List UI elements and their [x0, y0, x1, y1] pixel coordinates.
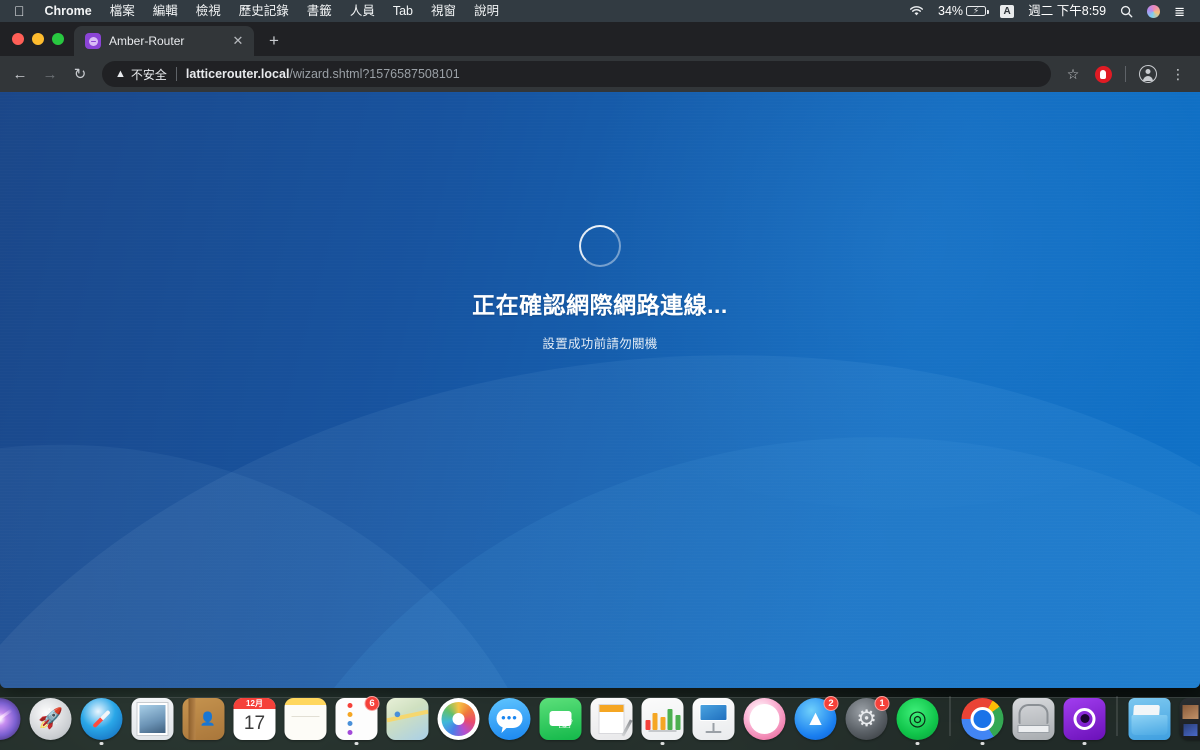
search-icon[interactable]	[1113, 5, 1140, 18]
close-window-button[interactable]	[12, 33, 24, 45]
menu-item-edit[interactable]: 編輯	[144, 0, 187, 22]
dock-item-appstore[interactable]: ▲ 2	[794, 695, 839, 746]
dock-item-safari[interactable]	[80, 697, 124, 745]
dock-separator-1	[949, 696, 951, 736]
close-icon[interactable]: ✕	[230, 33, 246, 49]
loading-spinner	[579, 225, 621, 267]
chrome-tab-strip: Amber-Router ✕ +	[0, 22, 1200, 56]
warning-triangle-icon[interactable]: ▲	[115, 68, 126, 80]
kebab-menu-icon[interactable]: ⋮	[1164, 60, 1192, 88]
menu-item-file[interactable]: 檔案	[101, 0, 144, 22]
calendar-month: 12月	[233, 697, 276, 709]
chrome-browser-window: Amber-Router ✕ + ← → ↻ ▲ 不安全 latticerout…	[0, 22, 1200, 688]
macos-menu-bar:  Chrome 檔案 編輯 檢視 歷史記錄 書籤 人員 Tab 視窗 說明 3…	[0, 0, 1200, 22]
dock-item-reminders[interactable]: 6	[335, 695, 380, 745]
battery-percent-label: 34%	[938, 4, 964, 18]
extension-icon[interactable]	[1089, 60, 1117, 88]
dock-item-chrome[interactable]	[961, 697, 1005, 745]
menu-item-tab[interactable]: Tab	[384, 0, 422, 22]
running-indicator	[980, 741, 985, 745]
menu-bar-clock[interactable]: 週二 下午8:59	[1021, 0, 1113, 22]
zoom-window-button[interactable]	[52, 33, 64, 45]
star-icon[interactable]: ☆	[1059, 60, 1087, 88]
dock-item-downloads[interactable]	[1128, 697, 1172, 746]
reload-icon[interactable]: ↻	[66, 60, 94, 88]
dock-item-numbers[interactable]	[641, 697, 685, 745]
security-status-label: 不安全	[130, 67, 167, 82]
running-indicator	[354, 741, 359, 745]
omnibox-divider	[175, 67, 177, 81]
dock-item-pages[interactable]	[590, 697, 634, 746]
toolbar-divider	[1125, 66, 1126, 82]
url-host: latticerouter.local	[185, 67, 290, 81]
dock-item-facetime[interactable]: ☏	[539, 697, 583, 746]
dock-separator-2	[1116, 696, 1118, 736]
new-tab-button[interactable]: +	[260, 27, 288, 55]
dock-item-diskutility[interactable]	[1012, 697, 1056, 746]
status-block: 正在確認網際網路連線... 設置成功前請勿關機	[0, 225, 1200, 352]
badge-count: 6	[364, 695, 380, 711]
tab-title: Amber-Router	[109, 34, 185, 48]
chrome-toolbar: ← → ↻ ▲ 不安全 latticerouter.local/wizard.s…	[0, 56, 1200, 92]
amber-router-favicon	[85, 33, 101, 49]
dock-item-mail[interactable]	[131, 697, 175, 746]
apple-logo-icon[interactable]: 	[0, 0, 36, 22]
macos-dock: ☻ 🚀 👤 12月 17 6 ● •••	[0, 695, 1200, 750]
window-traffic-lights	[8, 22, 74, 56]
badge-count: 1	[874, 695, 890, 711]
dock-item-launchpad[interactable]: 🚀	[29, 697, 73, 746]
dock-item-photos[interactable]	[437, 697, 481, 746]
dock-item-messages[interactable]: •••	[488, 697, 532, 746]
battery-status[interactable]: 34% ⚡	[931, 0, 993, 22]
dock-item-purple-app[interactable]	[1063, 697, 1107, 745]
control-center-icon[interactable]: ≣	[1167, 5, 1192, 18]
menu-item-history[interactable]: 歷史記錄	[230, 0, 298, 22]
running-indicator	[660, 741, 665, 745]
dock-item-maps[interactable]: ●	[386, 697, 430, 746]
menu-item-help[interactable]: 說明	[465, 0, 508, 22]
dock-item-keynote[interactable]	[692, 697, 736, 746]
menu-item-bookmarks[interactable]: 書籤	[298, 0, 341, 22]
dock-item-spotify[interactable]: ◎	[896, 697, 940, 745]
menu-item-window[interactable]: 視窗	[422, 0, 465, 22]
url-path: /wizard.shtml?1576587508101	[289, 67, 460, 81]
dock-item-itunes[interactable]: ♪	[743, 697, 787, 746]
dock-item-contacts[interactable]: 👤	[182, 697, 226, 746]
back-arrow-icon[interactable]: ←	[6, 60, 34, 88]
address-bar[interactable]: ▲ 不安全 latticerouter.local/wizard.shtml?1…	[102, 61, 1051, 87]
dock-item-calendar[interactable]: 12月 17	[233, 697, 277, 746]
dock-item-notes[interactable]	[284, 697, 328, 746]
url-text: latticerouter.local/wizard.shtml?1576587…	[186, 67, 460, 81]
page-subline: 設置成功前請勿關機	[542, 336, 658, 351]
menu-app-name[interactable]: Chrome	[36, 0, 101, 22]
minimize-window-button[interactable]	[32, 33, 44, 45]
menu-item-people[interactable]: 人員	[341, 0, 384, 22]
wifi-icon[interactable]	[902, 5, 931, 17]
calendar-day: 17	[243, 713, 266, 734]
profile-avatar-icon[interactable]	[1134, 60, 1162, 88]
menu-bar-left-group:  Chrome 檔案 編輯 檢視 歷史記錄 書籤 人員 Tab 視窗 說明	[0, 0, 508, 22]
forward-arrow-icon[interactable]: →	[36, 60, 64, 88]
badge-count: 2	[823, 695, 839, 711]
menu-bar-status-group: 34% ⚡ A 週二 下午8:59 ≣	[902, 0, 1192, 22]
dock-item-siri[interactable]	[0, 697, 22, 746]
browser-tab[interactable]: Amber-Router ✕	[74, 26, 254, 56]
running-indicator	[99, 741, 104, 745]
siri-icon[interactable]	[1140, 4, 1167, 18]
menu-item-view[interactable]: 檢視	[187, 0, 230, 22]
page-headline: 正在確認網際網路連線...	[472, 292, 728, 318]
battery-charging-icon: ⚡	[966, 6, 989, 16]
dock-item-systempreferences[interactable]: ⚙ 1	[845, 695, 890, 746]
running-indicator	[915, 741, 920, 745]
running-indicator	[1082, 741, 1087, 745]
input-source-indicator[interactable]: A	[993, 4, 1021, 18]
page-texture	[0, 92, 1200, 688]
dock-item-stack[interactable]	[1179, 697, 1200, 746]
router-wizard-page: 正在確認網際網路連線... 設置成功前請勿關機	[0, 92, 1200, 688]
